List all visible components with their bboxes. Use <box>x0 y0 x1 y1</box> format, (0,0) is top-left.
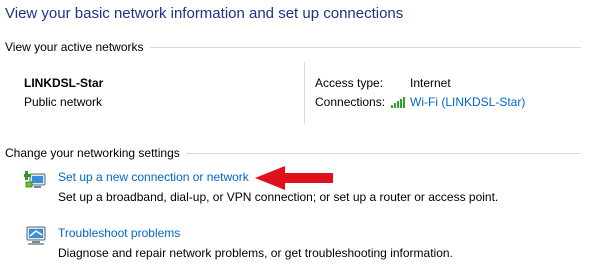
networking-settings-header: Change your networking settings <box>5 146 581 160</box>
active-networks-header-label: View your active networks <box>5 40 144 54</box>
connection-link[interactable]: Wi-Fi (LINKDSL-Star) <box>391 95 525 109</box>
wifi-signal-icon <box>391 96 405 108</box>
network-category: Public network <box>24 95 103 109</box>
access-type-label: Access type: <box>315 76 384 90</box>
red-arrow-icon <box>255 166 333 190</box>
section-divider <box>185 152 581 154</box>
access-type-value: Internet <box>410 76 451 90</box>
troubleshoot-link[interactable]: Troubleshoot problems <box>58 226 180 240</box>
vertical-divider <box>304 62 305 124</box>
troubleshoot-description: Diagnose and repair network problems, or… <box>58 246 453 260</box>
network-name: LINKDSL-Star <box>24 76 104 90</box>
setup-connection-description: Set up a broadband, dial-up, or VPN conn… <box>58 190 499 204</box>
troubleshoot-icon[interactable] <box>24 224 48 246</box>
networking-settings-header-label: Change your networking settings <box>5 146 180 160</box>
active-networks-header: View your active networks <box>5 40 581 54</box>
setup-connection-link[interactable]: Set up a new connection or network <box>58 170 249 184</box>
connection-link-label: Wi-Fi (LINKDSL-Star) <box>410 95 526 109</box>
section-divider <box>149 46 581 48</box>
page-title: View your basic network information and … <box>5 5 404 22</box>
connections-label: Connections: <box>315 95 386 109</box>
new-connection-icon[interactable] <box>24 168 48 190</box>
